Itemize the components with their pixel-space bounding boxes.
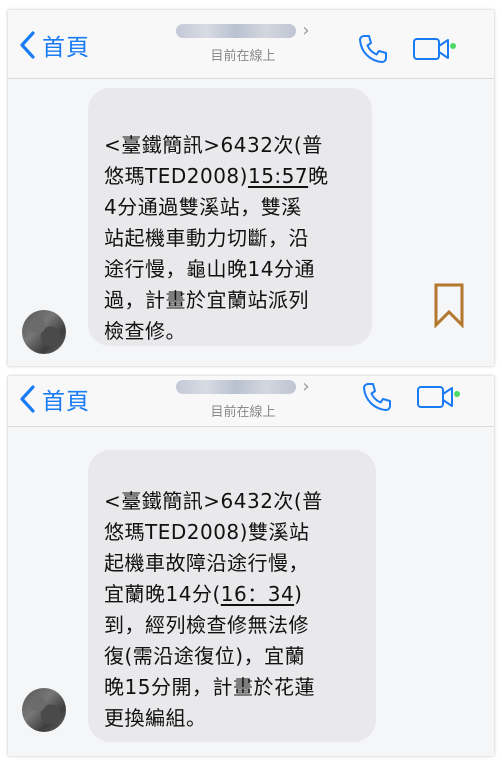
underlined-time: 15:57 bbox=[247, 164, 309, 188]
message-line: 到，經列檢查修無法修 bbox=[104, 613, 309, 637]
phone-icon[interactable] bbox=[356, 32, 390, 66]
message-line: <臺鐵簡訊>6432次(普 bbox=[104, 133, 323, 157]
online-status: 目前在線上 bbox=[210, 49, 276, 64]
message-bubble[interactable]: <臺鐵簡訊>6432次(普 悠瑪TED2008)雙溪站 起機車故障沿途行慢， 宜蘭晚1… bbox=[88, 450, 376, 742]
back-label: 首頁 bbox=[42, 389, 90, 415]
contact-name-redacted bbox=[176, 23, 297, 38]
back-label: 首頁 bbox=[42, 35, 90, 61]
message-line: 宜蘭晚14分(16：34) bbox=[104, 582, 303, 606]
contact-name-redacted bbox=[176, 379, 297, 394]
chat-header: 首頁 › 目前在線上 bbox=[8, 10, 494, 79]
online-dot bbox=[454, 391, 460, 397]
message-line: 過，計畫於宜蘭站派列 bbox=[104, 288, 309, 312]
message-line: 站起機車動力切斷，沿 bbox=[104, 226, 309, 250]
chevron-left-icon bbox=[20, 385, 35, 413]
video-camera-icon[interactable] bbox=[412, 34, 456, 64]
message-line: 復(需沿途復位)，宜蘭 bbox=[104, 644, 306, 668]
underlined-time: 16：34 bbox=[220, 582, 295, 606]
chat-screenshot-2: 首頁 › 目前在線上 <臺鐵簡訊>6432次(普 悠瑪TED2008)雙溪站 起機車… bbox=[8, 376, 494, 756]
chat-header: 首頁 › 目前在線上 bbox=[8, 376, 494, 427]
message-line: 悠瑪TED2008)15:57晚 bbox=[104, 164, 329, 188]
message-line: 悠瑪TED2008)雙溪站 bbox=[104, 520, 310, 544]
back-button[interactable]: 首頁 bbox=[18, 382, 90, 416]
message-line: 檢查修。 bbox=[104, 319, 186, 343]
chevron-right-icon: › bbox=[302, 376, 310, 397]
message-line: <臺鐵簡訊>6432次(普 bbox=[104, 489, 323, 513]
contact-info[interactable]: › 目前在線上 bbox=[158, 20, 328, 64]
bookmark-icon[interactable] bbox=[432, 282, 466, 328]
message-bubble[interactable]: <臺鐵簡訊>6432次(普 悠瑪TED2008)15:57晚 4分通過雙溪站，雙溪站… bbox=[88, 88, 372, 346]
chevron-left-icon bbox=[20, 31, 35, 59]
avatar[interactable] bbox=[22, 310, 66, 354]
contact-info[interactable]: › 目前在線上 bbox=[158, 376, 328, 420]
message-text: <臺鐵簡訊>6432次(普 悠瑪TED2008)15:57晚 4分通過雙溪站，雙溪站… bbox=[104, 130, 356, 347]
message-text: <臺鐵簡訊>6432次(普 悠瑪TED2008)雙溪站 起機車故障沿途行慢， 宜蘭晚1… bbox=[104, 486, 360, 734]
phone-icon[interactable] bbox=[360, 380, 394, 414]
online-status: 目前在線上 bbox=[210, 405, 276, 420]
avatar[interactable] bbox=[22, 688, 66, 732]
back-button[interactable]: 首頁 bbox=[18, 28, 90, 62]
message-line: 晚15分開，計畫於花蓮 bbox=[104, 675, 315, 699]
chat-screenshot-1: 首頁 › 目前在線上 <臺鐵簡訊>6432次(普 悠瑪TED2008)15:57晚… bbox=[8, 10, 494, 366]
online-dot bbox=[450, 43, 456, 49]
message-line: 更換編組。 bbox=[104, 706, 207, 730]
message-line: 途行慢，龜山晚14分通 bbox=[104, 257, 315, 281]
chevron-right-icon: › bbox=[302, 20, 310, 41]
message-line: 起機車故障沿途行慢， bbox=[104, 551, 309, 575]
video-camera-icon[interactable] bbox=[416, 382, 460, 412]
message-line: 4分通過雙溪站，雙溪 bbox=[104, 195, 302, 219]
